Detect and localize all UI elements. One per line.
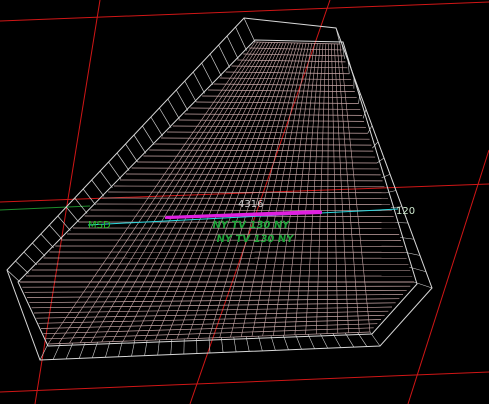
- cad-3d-viewport[interactable]: NY TV 130 NY NY TV 130 NY MSD 120 4316: [0, 0, 489, 404]
- hatch-text: NY TV 130 NY: [212, 220, 291, 231]
- hatch-text: NY TV 130 NY: [216, 234, 295, 245]
- grid-label-right: 120: [396, 206, 415, 217]
- grid-label-left: MSD: [88, 220, 111, 231]
- dimension-label: 4316: [238, 199, 263, 210]
